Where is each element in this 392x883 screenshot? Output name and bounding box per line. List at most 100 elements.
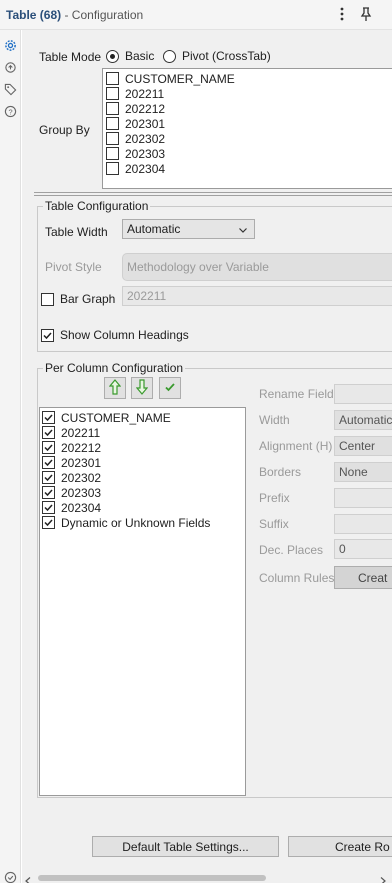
- alignment-select[interactable]: Center: [334, 436, 392, 456]
- radio-pivot-indicator[interactable]: [163, 49, 176, 63]
- borders-value: None: [339, 465, 368, 479]
- scrollbar-thumb[interactable]: [38, 875, 266, 881]
- bar-graph-field[interactable]: 202211: [122, 286, 392, 306]
- checkbox[interactable]: [106, 87, 119, 100]
- checkbox[interactable]: [106, 132, 119, 145]
- list-item-label: 202304: [125, 161, 166, 176]
- bar-graph-label: Bar Graph: [60, 292, 116, 306]
- panel-title: Table (68) - Configuration: [6, 8, 143, 22]
- list-item[interactable]: 202304: [106, 161, 392, 176]
- checkbox[interactable]: [106, 72, 119, 85]
- list-item[interactable]: 202304: [42, 500, 245, 515]
- list-item-label: CUSTOMER_NAME: [61, 410, 171, 425]
- list-item[interactable]: Dynamic or Unknown Fields: [42, 515, 245, 530]
- dec-places-input[interactable]: 0: [334, 539, 392, 559]
- rename-field-label: Rename Field: [259, 387, 334, 401]
- suffix-label: Suffix: [259, 517, 289, 531]
- left-rail: ?: [0, 30, 21, 883]
- default-table-settings-label: Default Table Settings...: [122, 839, 249, 854]
- create-rows-button[interactable]: Create Ro: [288, 836, 392, 857]
- list-item[interactable]: 202301: [106, 116, 392, 131]
- checkmark-icon: [164, 381, 176, 396]
- borders-label: Borders: [259, 465, 302, 479]
- list-item[interactable]: 202212: [106, 101, 392, 116]
- width-select[interactable]: Automatic: [334, 410, 392, 430]
- list-item[interactable]: 202302: [42, 470, 245, 485]
- show-headings-checkbox[interactable]: [41, 328, 54, 342]
- list-item[interactable]: CUSTOMER_NAME: [106, 71, 392, 86]
- list-item-label: 202212: [125, 101, 166, 116]
- chevron-down-icon: [238, 224, 248, 238]
- list-item[interactable]: 202303: [42, 485, 245, 500]
- rename-field-input[interactable]: [334, 384, 392, 404]
- list-item-label: 202303: [125, 146, 166, 161]
- help-icon[interactable]: ?: [3, 104, 17, 118]
- list-item-label: 202301: [125, 116, 166, 131]
- bar-graph-value: 202211: [127, 289, 167, 303]
- borders-select[interactable]: None: [334, 462, 392, 482]
- scroll-left-icon[interactable]: [25, 874, 31, 883]
- radio-basic[interactable]: Basic: [106, 49, 154, 63]
- width-label: Width: [259, 413, 290, 427]
- prefix-label: Prefix: [259, 491, 290, 505]
- prefix-input[interactable]: [334, 488, 392, 508]
- list-item-label: 202211: [61, 425, 101, 440]
- list-item-label: CUSTOMER_NAME: [125, 71, 235, 86]
- configuration-panel: Table Mode Basic Pivot (CrossTab) Group …: [22, 30, 392, 872]
- bar-graph-toggle[interactable]: Bar Graph: [41, 292, 115, 306]
- column-rules-label: Column Rules: [259, 571, 335, 585]
- move-up-button[interactable]: [104, 377, 126, 399]
- checkbox[interactable]: [42, 441, 55, 454]
- move-down-button[interactable]: [131, 377, 153, 399]
- checkbox[interactable]: [42, 486, 55, 499]
- show-headings-toggle[interactable]: Show Column Headings: [41, 328, 189, 342]
- bar-graph-checkbox[interactable]: [41, 292, 54, 306]
- more-vertical-icon[interactable]: [333, 5, 351, 23]
- checkbox[interactable]: [106, 147, 119, 160]
- checkbox[interactable]: [106, 117, 119, 130]
- gear-icon[interactable]: [3, 38, 17, 52]
- checkbox[interactable]: [42, 501, 55, 514]
- radio-pivot[interactable]: Pivot (CrossTab): [163, 49, 271, 63]
- check-circle-icon[interactable]: [3, 870, 17, 883]
- checkbox[interactable]: [106, 102, 119, 115]
- select-all-button[interactable]: [159, 377, 181, 399]
- list-item[interactable]: 202302: [106, 131, 392, 146]
- list-item[interactable]: CUSTOMER_NAME: [42, 410, 245, 425]
- table-mode-label: Table Mode: [39, 50, 102, 64]
- dec-places-label: Dec. Places: [259, 543, 324, 557]
- default-table-settings-button[interactable]: Default Table Settings...: [92, 836, 279, 857]
- pin-icon[interactable]: [357, 5, 375, 23]
- list-item-label: 202301: [61, 455, 102, 470]
- tag-icon[interactable]: [3, 82, 17, 96]
- splitter-line[interactable]: [34, 195, 392, 196]
- list-item[interactable]: 202211: [106, 86, 392, 101]
- column-fields-list[interactable]: CUSTOMER_NAME 202211 202212 202301 20230…: [39, 407, 246, 796]
- suffix-input[interactable]: [334, 514, 392, 534]
- checkbox[interactable]: [42, 426, 55, 439]
- table-width-select[interactable]: Automatic: [122, 219, 255, 239]
- alignment-value: Center: [339, 439, 376, 453]
- list-item-label: 202302: [61, 470, 102, 485]
- show-headings-label: Show Column Headings: [60, 328, 189, 342]
- list-item[interactable]: 202211: [42, 425, 245, 440]
- radio-basic-indicator[interactable]: [106, 49, 119, 63]
- group-by-list[interactable]: CUSTOMER_NAME 202211 202212 202301 20230…: [102, 68, 392, 189]
- checkbox[interactable]: [42, 411, 55, 424]
- list-item[interactable]: 202301: [42, 455, 245, 470]
- checkbox[interactable]: [42, 516, 55, 529]
- checkbox[interactable]: [42, 456, 55, 469]
- cycle-icon[interactable]: [3, 60, 17, 74]
- horizontal-scrollbar[interactable]: [22, 872, 392, 883]
- pivot-style-select[interactable]: Methodology over Variable: [122, 253, 392, 281]
- pivot-style-label: Pivot Style: [45, 260, 102, 274]
- splitter-line[interactable]: [34, 192, 392, 193]
- list-item[interactable]: 202303: [106, 146, 392, 161]
- table-width-label: Table Width: [45, 225, 108, 239]
- list-item[interactable]: 202212: [42, 440, 245, 455]
- checkbox[interactable]: [42, 471, 55, 484]
- list-item-label: 202212: [61, 440, 102, 455]
- create-rules-button[interactable]: Creat: [334, 566, 392, 589]
- checkbox[interactable]: [106, 162, 119, 175]
- scroll-right-icon[interactable]: [380, 874, 386, 883]
